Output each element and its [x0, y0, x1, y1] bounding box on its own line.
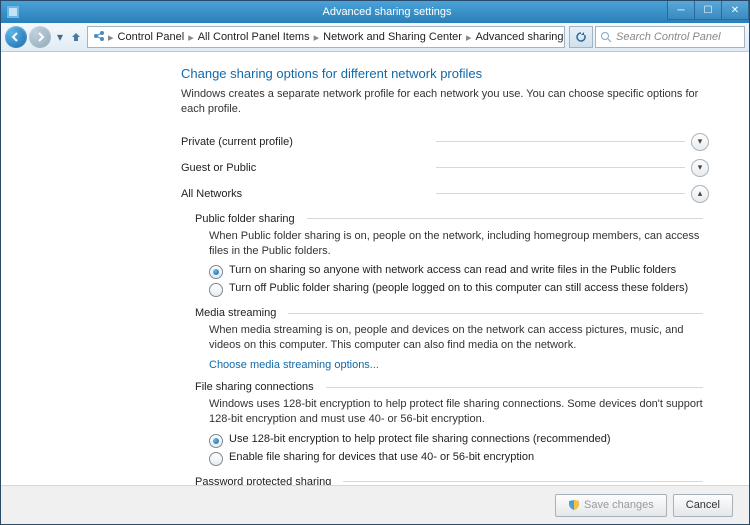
minimize-button[interactable]: ─	[667, 1, 695, 20]
forward-button[interactable]	[29, 26, 51, 48]
shield-icon	[568, 499, 580, 511]
media-streaming-link[interactable]: Choose media streaming options...	[209, 359, 709, 371]
group-public-folder-sharing: Public folder sharing When Public folder…	[195, 213, 709, 298]
title-bar: Advanced sharing settings ─ ☐ ✕	[1, 1, 749, 23]
group-title: Public folder sharing	[195, 213, 301, 225]
breadcrumb-item[interactable]: Control Panel	[116, 31, 187, 43]
chevron-up-icon[interactable]: ▴	[691, 185, 709, 203]
group-explain: When Public folder sharing is on, people…	[209, 229, 709, 259]
page-heading: Change sharing options for different net…	[181, 66, 709, 81]
profile-all-networks[interactable]: All Networks ▴	[181, 181, 709, 207]
maximize-button[interactable]: ☐	[694, 1, 722, 20]
chevron-down-icon[interactable]: ▾	[691, 133, 709, 151]
group-password-protected-sharing: Password protected sharing When password…	[195, 476, 709, 485]
search-icon	[600, 31, 612, 43]
content-pane[interactable]: Change sharing options for different net…	[1, 52, 749, 485]
save-changes-button[interactable]: Save changes	[555, 494, 667, 517]
close-button[interactable]: ✕	[721, 1, 749, 20]
group-file-sharing-connections: File sharing connections Windows uses 12…	[195, 381, 709, 466]
app-icon	[5, 4, 21, 20]
radio-encryption-40-56[interactable]: Enable file sharing for devices that use…	[209, 451, 709, 466]
radio-icon	[209, 283, 223, 297]
group-explain: When media streaming is on, people and d…	[209, 323, 709, 353]
group-title: Media streaming	[195, 307, 282, 319]
group-title: File sharing connections	[195, 381, 320, 393]
address-bar[interactable]: ▸ Control Panel ▸ All Control Panel Item…	[87, 26, 565, 48]
group-explain: Windows uses 128-bit encryption to help …	[209, 397, 709, 427]
nav-bar: ▾ ▸ Control Panel ▸ All Control Panel It…	[1, 23, 749, 52]
radio-public-sharing-on[interactable]: Turn on sharing so anyone with network a…	[209, 264, 709, 279]
radio-encryption-128[interactable]: Use 128-bit encryption to help protect f…	[209, 433, 709, 448]
up-button[interactable]	[69, 28, 83, 46]
profile-private[interactable]: Private (current profile) ▾	[181, 129, 709, 155]
page-intro: Windows creates a separate network profi…	[181, 87, 709, 117]
radio-icon	[209, 265, 223, 279]
radio-public-sharing-off[interactable]: Turn off Public folder sharing (people l…	[209, 282, 709, 297]
radio-icon	[209, 434, 223, 448]
breadcrumb-item[interactable]: Network and Sharing Center	[321, 31, 464, 43]
profile-guest[interactable]: Guest or Public ▾	[181, 155, 709, 181]
breadcrumb-item[interactable]: All Control Panel Items	[196, 31, 312, 43]
back-button[interactable]	[5, 26, 27, 48]
group-media-streaming: Media streaming When media streaming is …	[195, 307, 709, 371]
group-title: Password protected sharing	[195, 476, 337, 485]
address-icon	[92, 29, 106, 46]
recent-dropdown[interactable]: ▾	[53, 28, 67, 46]
footer-bar: Save changes Cancel	[1, 485, 749, 524]
search-placeholder: Search Control Panel	[616, 31, 721, 43]
breadcrumb-item[interactable]: Advanced sharing settings	[473, 31, 565, 43]
window-title: Advanced sharing settings	[25, 6, 749, 18]
chevron-down-icon[interactable]: ▾	[691, 159, 709, 177]
search-input[interactable]: Search Control Panel	[595, 26, 745, 48]
radio-icon	[209, 452, 223, 466]
window: Advanced sharing settings ─ ☐ ✕ ▾ ▸ Cont…	[0, 0, 750, 525]
refresh-button[interactable]	[569, 26, 593, 48]
cancel-button[interactable]: Cancel	[673, 494, 733, 517]
